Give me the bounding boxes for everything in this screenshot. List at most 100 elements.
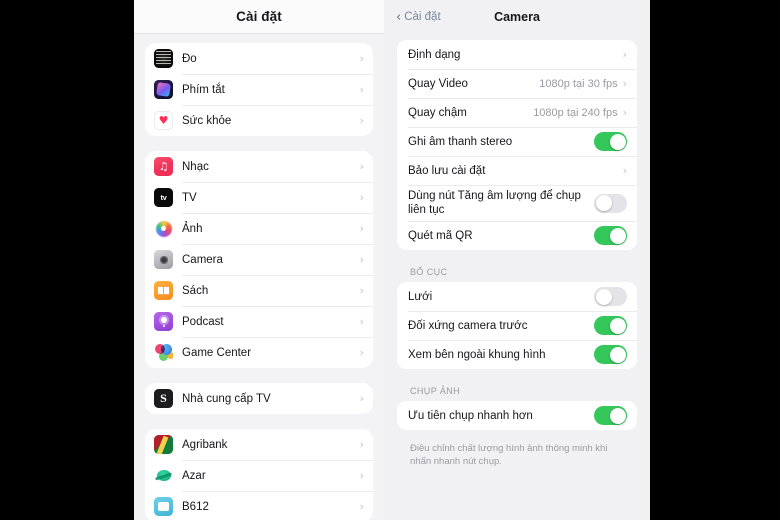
sidebar-group: Đo › Phím tắt › Sức khỏe › xyxy=(145,43,373,136)
camera-settings-panel: ‹ Cài đặt Camera Định dạng › Quay Video 108… xyxy=(384,0,650,520)
settings-row[interactable]: Quay chậm 1080p tại 240 fps › xyxy=(397,98,637,127)
section-header: BỐ CỤC xyxy=(410,267,448,277)
settings-row-label: Ưu tiên chụp nhanh hơn xyxy=(408,409,533,422)
settings-row-label: Ghi âm thanh stereo xyxy=(408,135,513,148)
settings-row[interactable]: Quét mã QR xyxy=(397,221,637,250)
chevron-right-icon: › xyxy=(359,392,364,405)
sidebar-item-sách[interactable]: Sách › xyxy=(145,275,373,306)
sidebar-item-label: Phím tắt xyxy=(182,83,225,96)
toggle-switch[interactable] xyxy=(594,287,627,306)
tv-icon xyxy=(154,188,173,207)
sidebar-item-label: Sách xyxy=(182,284,209,297)
settings-row-label: Xem bên ngoài khung hình xyxy=(408,348,546,361)
chevron-left-icon: ‹ xyxy=(396,9,402,25)
settings-row-label: Lưới xyxy=(408,290,433,303)
settings-row[interactable]: Quay Video 1080p tại 30 fps › xyxy=(397,69,637,98)
back-button-label: Cài đặt xyxy=(404,11,441,23)
sidebar-item-nhạc[interactable]: Nhạc › xyxy=(145,151,373,182)
chevron-right-icon: › xyxy=(359,191,364,204)
settings-row[interactable]: Ưu tiên chụp nhanh hơn xyxy=(397,401,637,430)
chevron-right-icon: › xyxy=(622,106,627,119)
settings-row-label: Đối xứng camera trước xyxy=(408,319,528,332)
sidebar-item-phím-tắt[interactable]: Phím tắt › xyxy=(145,74,373,105)
back-button[interactable]: ‹ Cài đặt xyxy=(396,11,441,24)
settings-row-label: Quay Video xyxy=(408,77,468,90)
sidebar-item-label: Sức khỏe xyxy=(182,114,232,127)
settings-row[interactable]: Ghi âm thanh stereo xyxy=(397,127,637,156)
music-icon xyxy=(154,157,173,176)
sidebar-item-podcast[interactable]: Podcast › xyxy=(145,306,373,337)
settings-row[interactable]: Định dạng › xyxy=(397,40,637,69)
settings-row[interactable]: Xem bên ngoài khung hình xyxy=(397,340,637,369)
sidebar-item-label: Agribank xyxy=(182,438,228,451)
books-icon xyxy=(154,281,173,300)
sidebar-group: Nhạc›TV›Ảnh›Camera›Sách›Podcast›Game Cen… xyxy=(145,151,373,368)
screenshot-root: Cài đặt Đo› Phím tắt › Sức khỏe › Nhạc › TV › Ảnh… xyxy=(0,0,780,520)
sidebar-item-label: TV xyxy=(182,191,197,204)
toggle-knob xyxy=(595,195,612,211)
azar-icon xyxy=(154,466,173,485)
toggle-switch[interactable] xyxy=(594,193,627,213)
settings-row-value: 1080p tại 240 fps xyxy=(533,106,618,119)
toggle-switch[interactable] xyxy=(594,316,627,335)
letterbox-right xyxy=(650,0,780,520)
sidebar-item-label: Nhạc xyxy=(182,160,209,173)
settings-sidebar: Cài đặt Đo› Phím tắt › Sức khỏe › Nhạc › TV › Ảnh… xyxy=(134,0,384,520)
chevron-right-icon: › xyxy=(359,253,364,266)
ipad-settings-split-view: Cài đặt Đo› Phím tắt › Sức khỏe › Nhạc › TV › Ảnh… xyxy=(134,0,650,520)
section-footer: Điều chỉnh chất lượng hình ảnh thông min… xyxy=(410,443,608,467)
sidebar-scroll-area[interactable]: Đo › Phím tắt › Sức khỏe › Nhạc › TV › Ảnh › Camera ›… xyxy=(134,43,384,520)
chevron-right-icon: › xyxy=(359,284,364,297)
chevron-right-icon: › xyxy=(359,83,364,96)
sidebar-item-sức-khỏe[interactable]: Sức khỏe › xyxy=(145,105,373,136)
chevron-right-icon: › xyxy=(359,438,364,451)
settings-row[interactable]: Lưới xyxy=(397,282,637,311)
sidebar-item-ảnh[interactable]: Ảnh › xyxy=(145,213,373,244)
photos-icon xyxy=(154,219,173,238)
chevron-right-icon: › xyxy=(622,48,627,61)
measure-icon xyxy=(154,49,173,68)
toggle-switch[interactable] xyxy=(594,132,627,151)
sidebar-item-b612[interactable]: B612 › xyxy=(145,491,373,520)
chevron-right-icon: › xyxy=(359,52,364,65)
sidebar-item-tv[interactable]: TV › xyxy=(145,182,373,213)
sidebar-item-agribank[interactable]: Agribank › xyxy=(145,429,373,460)
sidebar-item-nhà-cung-cấp-tv[interactable]: Nhà cung cấp TV › xyxy=(145,383,373,414)
toggle-knob xyxy=(609,346,626,363)
settings-row[interactable]: Bảo lưu cài đặt › xyxy=(397,156,637,185)
settings-group: Ưu tiên chụp nhanh hơn xyxy=(397,401,637,430)
settings-row[interactable]: Đối xứng camera trước xyxy=(397,311,637,340)
settings-group: Định dạng › Quay Video 1080p tại 30 fps › Qua… xyxy=(397,40,637,250)
toggle-knob xyxy=(595,288,612,305)
toggle-switch[interactable] xyxy=(594,226,627,245)
chevron-right-icon: › xyxy=(359,114,364,127)
chevron-right-icon: › xyxy=(622,77,627,90)
sidebar-group: Agribank › Azar › B612 › xyxy=(145,429,373,520)
sidebar-header: Cài đặt xyxy=(134,0,384,34)
chevron-right-icon: › xyxy=(359,315,364,328)
letterbox-left xyxy=(0,0,134,520)
chevron-right-icon: › xyxy=(359,500,364,513)
detail-scroll-area[interactable]: Định dạng › Quay Video 1080p tại 30 fps › Qua… xyxy=(384,40,650,468)
camera-icon xyxy=(154,250,173,269)
toggle-switch[interactable] xyxy=(594,345,627,364)
settings-row-label: Quay chậm xyxy=(408,106,467,119)
sidebar-item-camera[interactable]: Camera › xyxy=(145,244,373,275)
agribank-icon xyxy=(154,435,173,454)
settings-row-label: Bảo lưu cài đặt xyxy=(408,164,486,177)
settings-group: Lưới Đối xứng camera trước Xem bên ngoài k… xyxy=(397,282,637,369)
sidebar-item-label: B612 xyxy=(182,500,209,513)
settings-row-label: Định dạng xyxy=(408,48,461,61)
sidebar-item-label: Ảnh xyxy=(182,222,203,235)
sidebar-item-label: Podcast xyxy=(182,315,224,328)
toggle-switch[interactable] xyxy=(594,406,627,425)
b612-icon xyxy=(154,497,173,516)
chevron-right-icon: › xyxy=(359,469,364,482)
settings-row[interactable]: Dùng nút Tăng âm lượng để chụp liên tục xyxy=(397,185,637,221)
sidebar-item-game-center[interactable]: Game Center › xyxy=(145,337,373,368)
chevron-right-icon: › xyxy=(359,160,364,173)
sidebar-group: Nhà cung cấp TV › xyxy=(145,383,373,414)
sidebar-item-đo[interactable]: Đo › xyxy=(145,43,373,74)
settings-row-label: Quét mã QR xyxy=(408,229,473,242)
sidebar-item-azar[interactable]: Azar › xyxy=(145,460,373,491)
